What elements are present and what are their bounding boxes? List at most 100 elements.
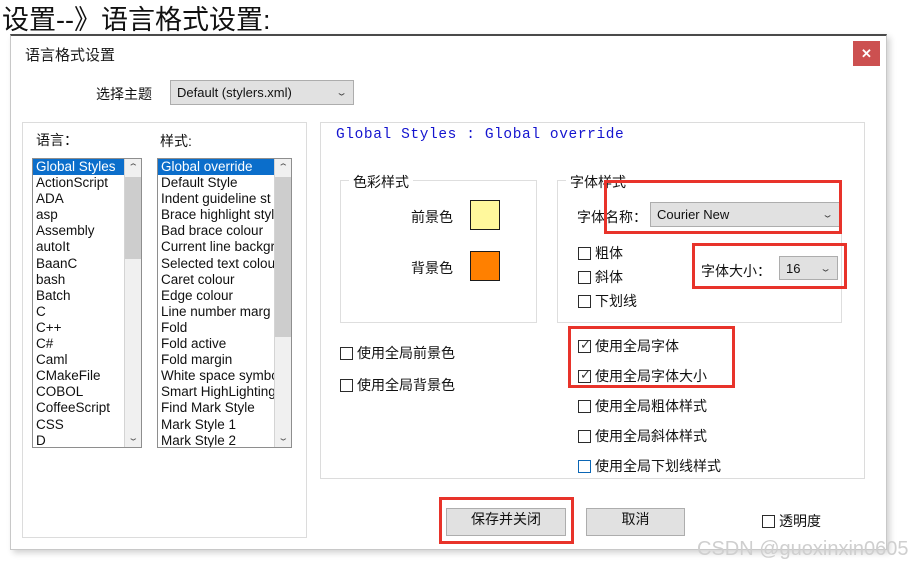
list-item[interactable]: CSS xyxy=(33,417,124,433)
list-item[interactable]: Edge colour xyxy=(158,288,274,304)
checkbox-label: 透明度 xyxy=(779,513,821,529)
font-name-select[interactable]: Courier New ⌄ xyxy=(650,202,840,227)
font-size-label: 字体大小： xyxy=(701,263,771,279)
chevron-down-icon: ⌄ xyxy=(819,263,833,274)
list-item[interactable]: Selected text colou xyxy=(158,256,274,272)
use-global-foreground-checkbox[interactable]: 使用全局前景色 xyxy=(340,343,455,363)
list-item[interactable]: Default Style xyxy=(158,175,274,191)
language-list-label: 语言： xyxy=(36,132,78,148)
checkbox-label: 使用全局背景色 xyxy=(357,377,455,393)
language-listbox[interactable]: Global Styles ActionScript ADA asp Assembly a… xyxy=(32,158,142,448)
list-item[interactable]: Fold margin xyxy=(158,352,274,368)
list-item[interactable]: ActionScript xyxy=(33,175,124,191)
style-listbox[interactable]: Global override Default Style Indent guide… xyxy=(157,158,292,448)
chevron-down-icon: ⌄ xyxy=(821,210,835,220)
scroll-up-icon[interactable]: ⌃ xyxy=(275,159,291,176)
checkbox-box xyxy=(578,399,591,413)
list-item[interactable]: bash xyxy=(33,272,124,288)
use-global-underline-checkbox[interactable]: 使用全局下划线样式 xyxy=(578,456,721,476)
list-item[interactable]: Global Styles xyxy=(33,159,124,176)
list-item[interactable]: COBOL xyxy=(33,384,124,400)
list-item[interactable]: D xyxy=(33,433,124,447)
list-item[interactable]: Fold active xyxy=(158,336,274,352)
bold-checkbox[interactable]: 粗体 xyxy=(578,243,623,263)
list-item[interactable]: Indent guideline st xyxy=(158,191,274,207)
font-name-label: 字体名称： xyxy=(577,209,647,225)
list-item[interactable]: autoIt xyxy=(33,239,124,255)
list-item[interactable]: C++ xyxy=(33,320,124,336)
use-global-font-size-checkbox[interactable]: ✓ 使用全局字体大小 xyxy=(578,366,707,386)
foreground-color-swatch[interactable] xyxy=(470,200,500,230)
background-color-swatch[interactable] xyxy=(470,251,500,281)
list-item[interactable]: Mark Style 1 xyxy=(158,417,274,433)
list-item[interactable]: C# xyxy=(33,336,124,352)
list-item[interactable]: Brace highlight styl xyxy=(158,207,274,223)
save-and-close-button[interactable]: 保存并关闭 xyxy=(446,508,566,536)
foreground-color-label: 前景色 xyxy=(411,209,453,225)
scrollbar-thumb[interactable] xyxy=(275,177,291,337)
list-item[interactable]: ADA xyxy=(33,191,124,207)
checkbox-box xyxy=(340,346,353,360)
style-list-items[interactable]: Global override Default Style Indent guide… xyxy=(158,159,274,447)
language-list-scrollbar[interactable]: ⌃ ⌄ xyxy=(124,159,141,447)
list-item[interactable]: Line number marg xyxy=(158,304,274,320)
font-name-value: Courier New xyxy=(657,207,730,222)
use-global-background-checkbox[interactable]: 使用全局背景色 xyxy=(340,375,455,395)
scroll-down-icon[interactable]: ⌄ xyxy=(125,430,141,447)
list-item[interactable]: White space symbo xyxy=(158,368,274,384)
check-icon: ✓ xyxy=(580,367,591,383)
checkbox-box xyxy=(578,270,591,284)
list-item[interactable]: Batch xyxy=(33,288,124,304)
panel-header: Global Styles : Global override xyxy=(336,127,625,143)
use-global-font-checkbox[interactable]: ✓ 使用全局字体 xyxy=(578,336,679,356)
use-global-bold-checkbox[interactable]: 使用全局粗体样式 xyxy=(578,396,707,416)
font-size-select[interactable]: 16 ⌄ xyxy=(779,256,838,280)
scroll-down-icon[interactable]: ⌄ xyxy=(275,430,291,447)
checkbox-box xyxy=(578,429,591,443)
list-item[interactable]: CoffeeScript xyxy=(33,400,124,416)
list-item[interactable]: Caret colour xyxy=(158,272,274,288)
checkbox-box xyxy=(578,294,591,308)
scroll-up-icon[interactable]: ⌃ xyxy=(125,159,141,176)
italic-checkbox[interactable]: 斜体 xyxy=(578,267,623,287)
list-item[interactable]: Fold xyxy=(158,320,274,336)
checkbox-label: 下划线 xyxy=(595,293,637,309)
font-size-value: 16 xyxy=(786,260,801,276)
list-item[interactable]: Find Mark Style xyxy=(158,400,274,416)
checkbox-label: 斜体 xyxy=(595,269,623,285)
font-style-legend: 字体样式 xyxy=(566,172,630,192)
style-list-scrollbar[interactable]: ⌃ ⌄ xyxy=(274,159,291,447)
background-color-label: 背景色 xyxy=(411,260,453,276)
close-icon[interactable]: ✕ xyxy=(853,41,880,66)
theme-select[interactable]: Default (stylers.xml) ⌄ xyxy=(170,80,354,105)
language-list-items[interactable]: Global Styles ActionScript ADA asp Assembly a… xyxy=(33,159,124,447)
cancel-button[interactable]: 取消 xyxy=(586,508,685,536)
list-item[interactable]: C xyxy=(33,304,124,320)
checkbox-box xyxy=(578,459,591,473)
scrollbar-thumb[interactable] xyxy=(125,177,141,259)
underline-checkbox[interactable]: 下划线 xyxy=(578,291,637,311)
checkbox-box: ✓ xyxy=(578,337,591,353)
list-item[interactable]: Current line backgr xyxy=(158,239,274,255)
page-title: 设置--》语言格式设置: xyxy=(2,5,271,35)
list-item[interactable]: CMakeFile xyxy=(33,368,124,384)
list-item[interactable]: Caml xyxy=(33,352,124,368)
list-item[interactable]: Smart HighLighting xyxy=(158,384,274,400)
screenshot-root: 设置--》语言格式设置: 语言格式设置 ✕ 选择主题 Default (styl… xyxy=(0,0,915,572)
list-item[interactable]: asp xyxy=(33,207,124,223)
theme-select-value: Default (stylers.xml) xyxy=(177,85,292,100)
checkbox-label: 粗体 xyxy=(595,245,623,261)
list-item[interactable]: Global override xyxy=(158,159,274,176)
checkbox-label: 使用全局粗体样式 xyxy=(595,398,707,414)
list-item[interactable]: BaanC xyxy=(33,256,124,272)
list-item[interactable]: Bad brace colour xyxy=(158,223,274,239)
watermark: CSDN @guoxinxin0605 xyxy=(697,538,909,560)
use-global-italic-checkbox[interactable]: 使用全局斜体样式 xyxy=(578,426,707,446)
list-item[interactable]: Assembly xyxy=(33,223,124,239)
checkbox-label: 使用全局字体 xyxy=(595,338,679,354)
list-item[interactable]: Mark Style 2 xyxy=(158,433,274,447)
check-icon: ✓ xyxy=(580,337,591,353)
transparency-checkbox[interactable]: 透明度 xyxy=(762,511,821,531)
checkbox-box xyxy=(762,514,775,528)
checkbox-box xyxy=(578,246,591,260)
